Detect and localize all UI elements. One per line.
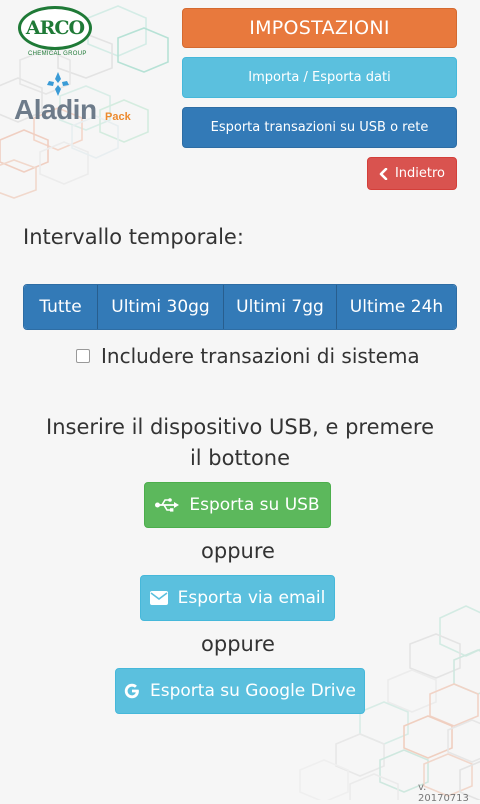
aladin-pack-logo: Aladin Pack [12, 72, 142, 130]
interval-option-all[interactable]: Tutte [24, 285, 98, 329]
import-export-data-button[interactable]: Importa / Esporta dati [182, 57, 457, 98]
arco-logo-subtitle: CHEMICAL GROUP [28, 51, 87, 57]
or-separator: oppure [201, 539, 275, 563]
back-button-label: Indietro [394, 166, 446, 181]
arco-logo-text: ARCO [25, 17, 85, 39]
interval-option-30-days[interactable]: Ultimi 30gg [98, 285, 224, 329]
export-usb-button[interactable]: Esporta su USB [144, 482, 331, 528]
settings-button[interactable]: IMPOSTAZIONI [182, 8, 457, 48]
arco-logo-oval: ARCO [18, 6, 92, 50]
aladin-logo-text: Aladin [14, 94, 97, 125]
aladin-logo-pack: Pack [105, 111, 131, 123]
back-button[interactable]: Indietro [367, 157, 457, 190]
export-email-label: Esporta via email [177, 588, 326, 608]
export-usb-label: Esporta su USB [189, 495, 320, 515]
chevron-left-icon [379, 167, 388, 180]
export-email-button[interactable]: Esporta via email [140, 575, 335, 621]
export-google-drive-label: Esporta su Google Drive [150, 681, 356, 701]
google-icon [124, 683, 140, 699]
interval-option-24-hours[interactable]: Ultime 24h [337, 285, 456, 329]
arco-logo: ARCO CHEMICAL GROUP [16, 6, 98, 58]
version-label: v. 20170713 [418, 782, 469, 804]
envelope-icon [149, 591, 168, 605]
export-transactions-label: Esporta transazioni su USB o rete [210, 120, 429, 135]
interval-option-7-days[interactable]: Ultimi 7gg [224, 285, 337, 329]
usb-instructions: Inserire il dispositivo USB, e premere i… [46, 415, 434, 470]
import-export-data-label: Importa / Esporta dati [248, 70, 391, 85]
settings-button-label: IMPOSTAZIONI [249, 17, 390, 39]
system-transactions-row: Includere transazioni di sistema [76, 344, 420, 368]
system-transactions-checkbox[interactable] [76, 349, 90, 363]
interval-button-group: Tutte Ultimi 30gg Ultimi 7gg Ultime 24h [23, 284, 457, 330]
interval-title: Intervallo temporale: [23, 225, 244, 249]
export-transactions-button[interactable]: Esporta transazioni su USB o rete [182, 107, 457, 148]
usb-icon [155, 498, 180, 512]
system-transactions-label: Includere transazioni di sistema [101, 344, 420, 368]
or-separator: oppure [201, 632, 275, 656]
export-google-drive-button[interactable]: Esporta su Google Drive [115, 668, 365, 714]
